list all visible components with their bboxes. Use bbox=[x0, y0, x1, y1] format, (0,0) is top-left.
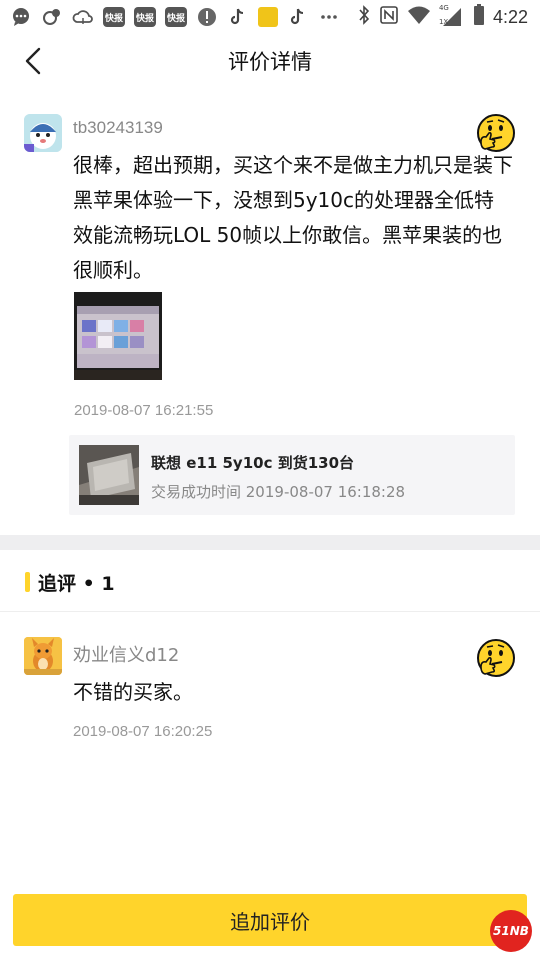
chevron-left-icon bbox=[25, 47, 41, 75]
review-timestamp: 2019-08-07 16:21:55 bbox=[74, 402, 214, 419]
avatar[interactable] bbox=[24, 637, 62, 675]
message-icon bbox=[10, 6, 32, 28]
news-app-icon: 快报 bbox=[134, 7, 156, 27]
product-title: 联想 e11 5y10c 到货130台 bbox=[151, 454, 355, 472]
status-bar-system: 4G 1X 4:22 bbox=[357, 0, 528, 34]
cloud-icon bbox=[72, 6, 94, 28]
section-divider bbox=[0, 535, 540, 550]
page-title: 评价详情 bbox=[228, 50, 312, 74]
avatar[interactable] bbox=[24, 114, 62, 152]
add-followup-button[interactable]: 追加评价 bbox=[13, 894, 527, 946]
transaction-time: 交易成功时间 2019-08-07 16:18:28 bbox=[151, 483, 406, 501]
review-text: 很棒，超出预期，买这个来不是做主力机只是装下黑苹果体验一下，没想到5y10c的处… bbox=[73, 153, 513, 282]
signal-icon: 4G 1X bbox=[438, 4, 465, 28]
thinking-emoji-icon[interactable] bbox=[475, 637, 517, 679]
back-button[interactable] bbox=[16, 44, 50, 78]
followup-username[interactable]: 劝业信义d12 bbox=[73, 641, 179, 667]
bluetooth-icon bbox=[357, 5, 371, 29]
watermark-logo: 51NB bbox=[490, 910, 532, 952]
tiktok-icon bbox=[287, 6, 309, 28]
more-icon bbox=[318, 6, 340, 28]
status-bar-notifications: 快报 快报 快报 bbox=[10, 6, 340, 28]
accent-bar bbox=[25, 572, 30, 592]
review-photo[interactable] bbox=[74, 292, 162, 380]
order-card[interactable]: 联想 e11 5y10c 到货130台 交易成功时间 2019-08-07 16… bbox=[69, 435, 515, 515]
clock: 4:22 bbox=[492, 6, 528, 27]
nfc-icon bbox=[379, 5, 399, 29]
battery-icon bbox=[473, 4, 485, 30]
followup-title: 追评 • 1 bbox=[38, 573, 115, 595]
app-icon bbox=[258, 7, 278, 27]
reviewer-name[interactable]: tb30243139 bbox=[73, 118, 163, 138]
network-sub-label: 1X bbox=[438, 18, 449, 26]
alert-icon bbox=[196, 6, 218, 28]
tiktok-icon bbox=[227, 6, 249, 28]
squirrel-icon bbox=[41, 6, 63, 28]
followup-header: 追评 • 1 bbox=[0, 550, 540, 612]
status-bar: 快报 快报 快报 4G 1X 4:22 bbox=[0, 0, 540, 34]
news-app-icon: 快报 bbox=[165, 7, 187, 27]
news-app-icon: 快报 bbox=[103, 7, 125, 27]
product-image bbox=[79, 445, 139, 505]
wifi-icon bbox=[407, 5, 431, 29]
followup-text: 不错的买家。 bbox=[73, 680, 193, 704]
nav-bar: 评价详情 bbox=[0, 34, 540, 88]
network-label: 4G bbox=[438, 4, 449, 12]
followup-timestamp: 2019-08-07 16:20:25 bbox=[73, 723, 213, 740]
